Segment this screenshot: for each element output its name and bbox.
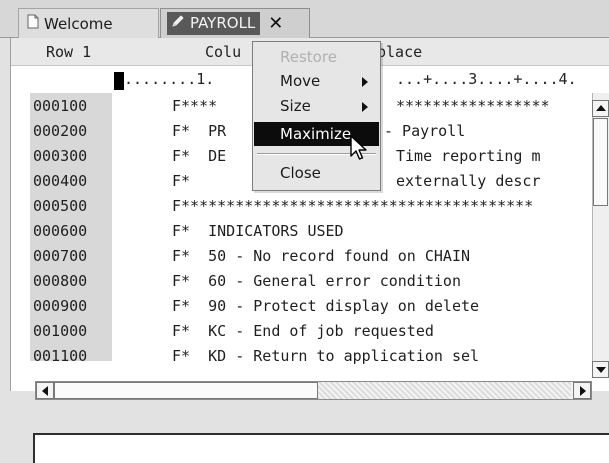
submenu-arrow-icon	[362, 77, 368, 87]
source-text: F***************************************	[172, 197, 534, 215]
code-line[interactable]: 000900 F* 90 - Protect display on delete	[0, 293, 479, 318]
replace-indicator: place	[377, 43, 423, 61]
menu-item-label: Move	[280, 72, 321, 90]
code-line[interactable]: 000600 F* INDICATORS USED	[0, 218, 344, 243]
code-line[interactable]: 001100 F* KD - Return to application sel	[0, 343, 479, 368]
scroll-right-button[interactable]	[573, 382, 591, 399]
source-text: F* 60 - General error condition	[172, 272, 461, 290]
code-line[interactable]: 000200 F* PR - Payroll	[0, 118, 465, 143]
code-line[interactable]: 000700 F* 50 - No record found on CHAIN	[0, 243, 470, 268]
menu-item-label: Restore	[280, 48, 337, 66]
source-text: F* PR	[172, 122, 227, 140]
document-icon	[27, 14, 39, 33]
menu-item-label: Close	[280, 164, 321, 182]
sequence-number: 000700	[33, 247, 88, 265]
ruler-cursor-marker	[114, 72, 124, 90]
menu-item-restore[interactable]: Restore	[254, 45, 379, 69]
source-text: F* INDICATORS USED	[172, 222, 344, 240]
tab-payroll-label: PAYROLL	[190, 14, 256, 32]
source-text: F****	[172, 97, 218, 115]
sequence-number: 000600	[33, 222, 88, 240]
source-text: F* KC - End of job requested	[172, 322, 434, 340]
arrow-down-icon	[596, 367, 606, 373]
ruler-text-left: ........1.	[124, 70, 215, 88]
menu-item-label: Maximize	[280, 125, 352, 143]
source-text: F* DE	[172, 147, 227, 165]
scroll-track-hatched	[318, 382, 571, 399]
code-line[interactable]: 000400 F* externally descr	[0, 168, 541, 193]
sequence-number: 000200	[33, 122, 88, 140]
sequence-number: 000100	[33, 97, 88, 115]
row-indicator: Row 1	[46, 43, 92, 61]
pencil-edit-icon	[171, 14, 185, 32]
column-indicator: Colu	[205, 43, 242, 61]
code-line[interactable]: 000100 F**** *****************	[0, 93, 550, 118]
sequence-number: 000800	[33, 272, 88, 290]
tab-welcome[interactable]: Welcome	[18, 8, 159, 38]
source-text-tail: - Payroll	[384, 122, 466, 140]
tab-payroll[interactable]: PAYROLL ✕	[160, 8, 310, 38]
sequence-number: 001100	[33, 347, 88, 365]
sequence-number: 000900	[33, 297, 88, 315]
scroll-down-button[interactable]	[592, 361, 609, 378]
tab-context-menu: Restore Move Size Maximize Close	[252, 41, 381, 191]
source-text-tail: Time reporting m	[396, 147, 541, 165]
code-line[interactable]: 000500 F********************************…	[0, 193, 533, 218]
close-icon[interactable]: ✕	[268, 13, 283, 34]
tab-welcome-label: Welcome	[44, 14, 113, 33]
sequence-number: 000400	[33, 172, 88, 190]
source-text-tail: externally descr	[396, 172, 541, 190]
source-text-tail: *****************	[396, 97, 550, 115]
arrow-right-icon	[580, 386, 586, 396]
tab-payroll-title: PAYROLL	[167, 12, 261, 35]
arrow-up-icon	[596, 105, 606, 111]
mouse-pointer-icon	[349, 134, 369, 166]
vertical-scroll-thumb[interactable]	[593, 118, 608, 206]
menu-item-label: Size	[280, 97, 311, 115]
ruler-text-right: ...+....3....+....4.	[396, 70, 577, 88]
source-text: F* KD - Return to application sel	[172, 347, 480, 365]
arrow-left-icon	[42, 386, 48, 396]
code-line[interactable]: 000800 F* 60 - General error condition	[0, 268, 461, 293]
sequence-number: 000500	[33, 197, 88, 215]
submenu-arrow-icon	[362, 102, 368, 112]
code-line[interactable]: 001000 F* KC - End of job requested	[0, 318, 434, 343]
menu-item-size[interactable]: Size	[254, 94, 379, 118]
horizontal-scroll-thumb[interactable]	[54, 382, 318, 399]
source-text: F*	[172, 172, 191, 190]
code-line[interactable]: 000300 F* DE Time reporting m	[0, 143, 541, 168]
command-input[interactable]	[33, 433, 609, 463]
scroll-left-button[interactable]	[36, 382, 54, 399]
source-text: F* 50 - No record found on CHAIN	[172, 247, 471, 265]
sequence-number: 000300	[33, 147, 88, 165]
source-text: F* 90 - Protect display on delete	[172, 297, 480, 315]
menu-item-move[interactable]: Move	[254, 69, 379, 93]
sequence-number: 001000	[33, 322, 88, 340]
scroll-up-button[interactable]	[592, 100, 609, 117]
